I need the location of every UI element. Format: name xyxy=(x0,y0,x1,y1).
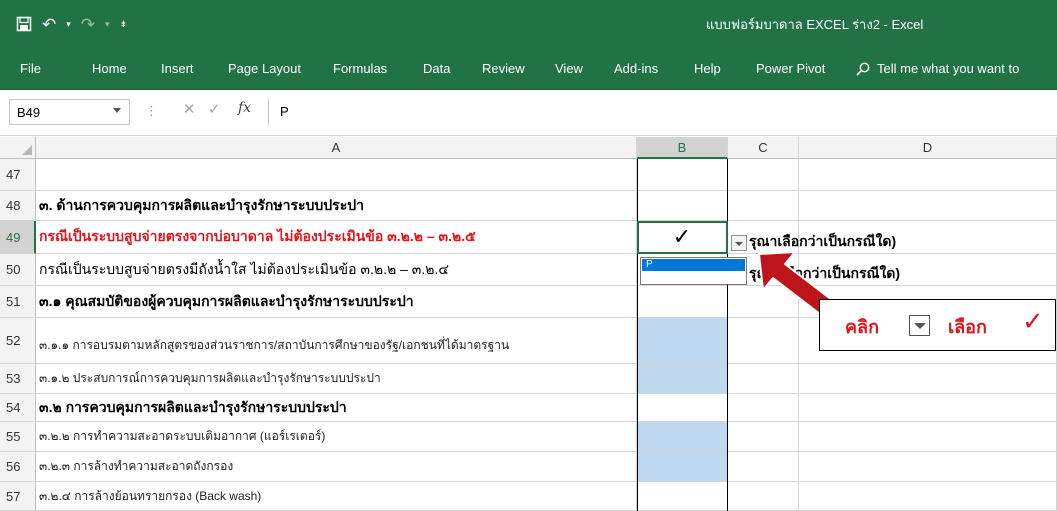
callout-select-text: เลือก xyxy=(948,317,987,337)
cell-c54[interactable] xyxy=(728,394,799,422)
cell-c53[interactable] xyxy=(728,364,799,394)
quick-access-toolbar: ↶ ▾ ↷ ▾ ⇟ xyxy=(16,12,127,36)
row-header[interactable]: 55 xyxy=(0,422,36,452)
cell-b47[interactable] xyxy=(637,159,728,191)
cell-d48[interactable] xyxy=(799,191,1057,221)
ribbon-tabs: File Home Insert Page Layout Formulas Da… xyxy=(0,58,1057,80)
cell-b55[interactable] xyxy=(637,422,728,452)
cell-a57[interactable]: ๓.๒.๔ การล้างย้อนทรายกรอง (Back wash) xyxy=(36,482,637,511)
save-icon[interactable] xyxy=(16,16,32,32)
column-header-b[interactable]: B xyxy=(637,137,728,159)
cancel-icon[interactable]: ✕ xyxy=(183,100,196,118)
cell-d47[interactable] xyxy=(799,159,1057,191)
tab-insert[interactable]: Insert xyxy=(161,58,194,80)
callout-click-text: คลิก xyxy=(845,317,879,337)
window-title: แบบฟอร์มบาดาล EXCEL ร่าง2 - Excel xyxy=(706,17,924,32)
cell-a56[interactable]: ๓.๒.๓ การล้างทำความสะอาดถังกรอง xyxy=(36,452,637,482)
checkmark-icon: ✓ xyxy=(1022,306,1044,336)
redo-icon[interactable]: ↷ xyxy=(81,16,95,33)
row-header[interactable]: 49 xyxy=(0,221,36,254)
select-all-button[interactable] xyxy=(0,137,36,159)
cell-d56[interactable] xyxy=(799,452,1057,482)
redo-dropdown-icon[interactable]: ▾ xyxy=(105,19,110,29)
drag-handle-icon[interactable]: ⋮ xyxy=(145,103,158,119)
name-box-value: B49 xyxy=(17,105,41,120)
cell-c48[interactable] xyxy=(728,191,799,221)
tab-power-pivot[interactable]: Power Pivot xyxy=(756,58,825,80)
formula-input[interactable]: P xyxy=(268,99,1052,125)
name-box[interactable]: B49 xyxy=(9,99,130,125)
cell-d53[interactable] xyxy=(799,364,1057,394)
row-header[interactable]: 50 xyxy=(0,254,36,286)
row-header[interactable]: 56 xyxy=(0,452,36,482)
cell-a47[interactable] xyxy=(36,159,637,191)
tab-add-ins[interactable]: Add-ins xyxy=(614,58,658,80)
cell-a50[interactable]: กรณีเป็นระบบสูบจ่ายตรงมีถังน้ำใส ไม่ต้อง… xyxy=(36,254,637,286)
row-header[interactable]: 54 xyxy=(0,394,36,422)
chevron-down-icon[interactable] xyxy=(113,108,121,113)
cell-a55[interactable]: ๓.๒.๒ การทำความสะอาดระบบเติมอากาศ (แอร์เ… xyxy=(36,422,637,452)
tell-me-search[interactable]: Tell me what you want to xyxy=(856,58,1019,80)
row-header[interactable]: 52 xyxy=(0,318,36,364)
cell-b56[interactable] xyxy=(637,452,728,482)
cell-b52[interactable] xyxy=(637,318,728,364)
cell-c55[interactable] xyxy=(728,422,799,452)
cell-d57[interactable] xyxy=(799,482,1057,511)
cell-a48[interactable]: ๓. ด้านการควบคุมการผลิตและบำรุงรักษาระบบ… xyxy=(36,191,637,221)
tab-home[interactable]: Home xyxy=(92,58,127,80)
tab-help[interactable]: Help xyxy=(694,58,721,80)
cell-a53[interactable]: ๓.๑.๒ ประสบการณ์การควบคุมการผลิตและบำรุง… xyxy=(36,364,637,394)
customize-qat-icon[interactable]: ⇟ xyxy=(120,19,128,29)
tell-me-label: Tell me what you want to xyxy=(877,61,1020,76)
cell-b54[interactable] xyxy=(637,394,728,422)
cell-b53[interactable] xyxy=(637,364,728,394)
cell-a51[interactable]: ๓.๑ คุณสมบัติของผู้ควบคุมการผลิตและบำรุง… xyxy=(36,286,637,318)
column-header-a[interactable]: A xyxy=(36,137,637,159)
instruction-callout: คลิก เลือก ✓ xyxy=(819,299,1056,351)
tab-review[interactable]: Review xyxy=(482,58,525,80)
undo-icon[interactable]: ↶ xyxy=(42,16,56,33)
cell-d54[interactable] xyxy=(799,394,1057,422)
formula-bar: B49 ⋮ ✕ ✓ fx P xyxy=(0,90,1057,136)
row-header[interactable]: 48 xyxy=(0,191,36,221)
validation-dropdown-list: P xyxy=(640,257,747,285)
row-header[interactable]: 57 xyxy=(0,482,36,511)
cell-c47[interactable] xyxy=(728,159,799,191)
cell-a52[interactable]: ๓.๑.๑ การอบรมตามหลักสูตรของส่วนราชการ/สถ… xyxy=(36,318,637,364)
search-icon xyxy=(856,62,870,76)
dropdown-button-icon xyxy=(909,315,930,336)
tab-data[interactable]: Data xyxy=(423,58,450,80)
undo-dropdown-icon[interactable]: ▾ xyxy=(66,19,71,29)
cell-c57[interactable] xyxy=(728,482,799,511)
cell-b49[interactable]: ✓ xyxy=(637,221,728,254)
cell-c56[interactable] xyxy=(728,452,799,482)
column-header-c[interactable]: C xyxy=(728,137,799,159)
cell-d55[interactable] xyxy=(799,422,1057,452)
row-header[interactable]: 53 xyxy=(0,364,36,394)
tab-view[interactable]: View xyxy=(555,58,583,80)
cell-b48[interactable] xyxy=(637,191,728,221)
cell-a54[interactable]: ๓.๒ การควบคุมการผลิตและบำรุงรักษาระบบประ… xyxy=(36,394,637,422)
cell-b51[interactable] xyxy=(637,286,728,318)
formula-value: P xyxy=(280,104,289,119)
tab-page-layout[interactable]: Page Layout xyxy=(228,58,301,80)
insert-function-icon[interactable]: fx xyxy=(238,100,251,116)
cell-a49[interactable]: กรณีเป็นระบบสูบจ่ายตรงจากบ่อบาดาล ไม่ต้อ… xyxy=(36,221,637,254)
cell-b57[interactable] xyxy=(637,482,728,511)
row-header[interactable]: 51 xyxy=(0,286,36,318)
title-bar: ↶ ▾ ↷ ▾ ⇟ แบบฟอร์มบาดาล EXCEL ร่าง2 - Ex… xyxy=(0,0,1057,90)
row-header[interactable]: 47 xyxy=(0,159,36,191)
dropdown-option-p[interactable]: P xyxy=(642,259,745,271)
tab-formulas[interactable]: Formulas xyxy=(333,58,387,80)
validation-dropdown-button[interactable] xyxy=(731,235,747,251)
tab-file[interactable]: File xyxy=(20,58,41,80)
enter-icon[interactable]: ✓ xyxy=(208,100,221,118)
column-header-d[interactable]: D xyxy=(799,137,1057,159)
